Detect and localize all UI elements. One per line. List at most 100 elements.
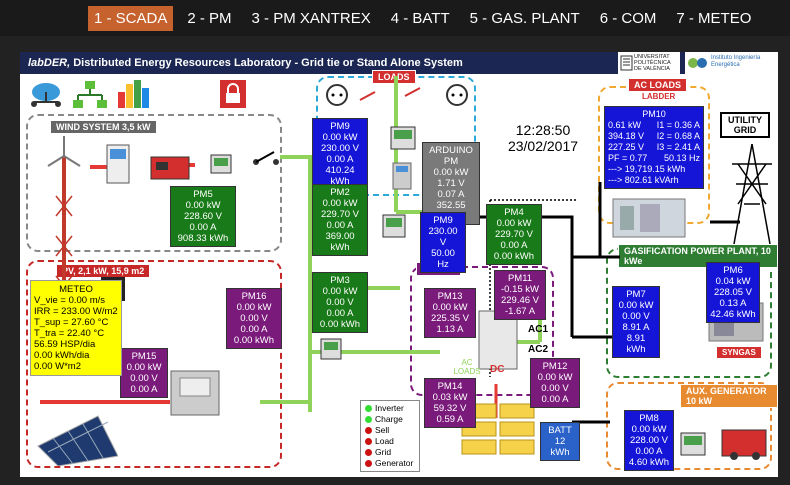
scada-panel: labDER, Distributed Energy Resources Labo…: [20, 52, 778, 477]
ac1-label: AC1: [528, 324, 549, 335]
pm5-power: 0.00 kW: [185, 200, 221, 211]
pm11-box[interactable]: PM11 -0.15 kW 229.46 V -1.67 A: [494, 270, 546, 320]
pm10-i3: I3 = 2.41 A: [656, 142, 700, 152]
meteo-power-area: 0.00 W*m2: [34, 361, 81, 372]
pm5-current: 0.00 A: [189, 222, 217, 233]
tab-com[interactable]: 6 - COM: [594, 6, 663, 31]
pm11-power: -0.15 kW: [500, 284, 539, 295]
wind-inverter-icon: [150, 156, 190, 180]
meteo-panel[interactable]: METEO V_vie = 0.00 m/s IRR = 233.00 W/m2…: [30, 280, 122, 376]
tab-meteo[interactable]: 7 - METEO: [670, 6, 757, 31]
pm10-pf: PF = 0.77: [608, 153, 648, 163]
pm3-name: PM3: [330, 275, 350, 286]
legend-item-grid: Grid: [365, 447, 415, 458]
pm5-box[interactable]: PM5 0.00 kW 228.60 V 0.00 A 908.33 kWh: [170, 186, 236, 247]
socket-icon-1: [326, 84, 348, 106]
arduino-name: ARDUINO PM: [429, 145, 473, 167]
pm10-box[interactable]: PM10 0.61 kW I1 = 0.36 A 394.18 V I2 = 0.6…: [604, 106, 704, 189]
pm9-freq-box[interactable]: PM9 230.00 V 50.00 Hz: [420, 212, 466, 273]
pm10-kvarh: ---> 802.61 kVArh: [608, 175, 679, 185]
legend-item-inverter: Inverter: [365, 403, 415, 414]
pm5-voltage: 228.60 V: [183, 211, 223, 222]
legend-item-charge: Charge: [365, 414, 415, 425]
pm7-energy: 8.91 kWh: [626, 333, 646, 355]
pm4-current: 0.00 A: [500, 240, 528, 251]
inverter-dot-icon: [365, 405, 372, 413]
pm16-voltage: 0.00 V: [240, 313, 268, 324]
pm5-name: PM5: [193, 189, 213, 200]
pm16-box[interactable]: PM16 0.00 kW 0.00 V 0.00 A 0.00 kWh: [226, 288, 282, 349]
pm2-name: PM2: [330, 187, 350, 198]
pm13-name: PM13: [437, 291, 463, 302]
pm7-box[interactable]: PM7 0.00 kW 0.00 V 8.91 A 8.91 kWh: [612, 286, 660, 358]
pm4-power: 0.00 kW: [496, 218, 532, 229]
pm8-box[interactable]: PM8 0.00 kW 228.00 V 0.00 A 4.60 kWh: [624, 410, 674, 471]
pm6-energy: 42.46 kWh: [710, 309, 756, 320]
tab-scada[interactable]: 1 - SCADA: [88, 5, 174, 31]
tab-batt[interactable]: 4 - BATT: [385, 6, 456, 31]
pm6-box[interactable]: PM6 0.04 kW 228.05 V 0.13 A 42.46 kWh: [706, 262, 760, 323]
pm3-voltage: 0.00 V: [326, 297, 354, 308]
pv-inverter-icon: [170, 370, 220, 416]
pm2-voltage: 229.70 V: [320, 209, 360, 220]
pm9b-name: PM9: [433, 215, 453, 226]
pm10-freq: 50.13 Hz: [663, 153, 700, 163]
pm12-name: PM12: [542, 361, 568, 372]
tab-pm[interactable]: 2 - PM: [181, 6, 237, 31]
pm4-name: PM4: [504, 207, 524, 218]
pm12-power: 0.00 kW: [537, 372, 573, 383]
clock-time: 12:28:50: [515, 122, 571, 138]
pm15-box[interactable]: PM15 0.00 kW 0.00 V 0.00 A: [120, 348, 168, 398]
pm2-box[interactable]: PM2 0.00 kW 229.70 V 0.00 A 369.00 kWh: [312, 184, 368, 256]
tab-gas-plant[interactable]: 5 - GAS. PLANT: [464, 6, 586, 31]
gas-plant-icon: [612, 198, 686, 238]
pm13-box[interactable]: PM13 0.00 kW 225.35 V 1.13 A: [424, 288, 476, 338]
pm6-voltage: 228.05 V: [713, 287, 753, 298]
solar-panel-icon: [37, 415, 118, 466]
meteo-hsp: 56.59 HSP/dia: [34, 339, 96, 350]
pm9b-voltage: 230.00 V: [428, 226, 458, 248]
tab-pm-xantrex[interactable]: 3 - PM XANTREX: [246, 6, 377, 31]
pm9-box[interactable]: PM9 0.00 kW 230.00 V 0.00 A 410.24 kWh: [312, 118, 368, 190]
pm9-voltage: 230.00 V: [320, 143, 360, 154]
pm14-box[interactable]: PM14 0.03 kW 59.32 V 0.59 A: [424, 378, 476, 428]
pm7-power: 0.00 kW: [618, 300, 654, 311]
batt-label: BATT 12 kWh: [540, 422, 580, 461]
pm10-power: 0.61 kW: [608, 120, 642, 130]
arduino-icon: [392, 162, 412, 190]
pm9b-frequency: 50.00 Hz: [431, 248, 455, 270]
meteo-surface-temp: T_sup = 27.60 °C: [34, 317, 109, 328]
pm13-power: 0.00 kW: [432, 302, 468, 313]
pm11-voltage: 229.46 V: [500, 295, 540, 306]
pm3-box[interactable]: PM3 0.00 kW 0.00 V 0.00 A 0.00 kWh: [312, 272, 368, 333]
meteo-title: METEO: [59, 284, 93, 295]
pm14-voltage: 59.32 V: [433, 403, 467, 414]
socket-icon-2: [446, 84, 468, 106]
pm2-power: 0.00 kW: [322, 198, 358, 209]
meteo-air-temp: T_tra = 22.40 °C: [34, 328, 105, 339]
pm8-name: PM8: [639, 413, 659, 424]
batt-capacity: 12 kWh: [550, 436, 570, 458]
status-legend: Inverter Charge Sell Load Grid Generator: [360, 400, 420, 472]
tab-bar: 1 - SCADA 2 - PM 3 - PM XANTREX 4 - BATT…: [0, 0, 790, 36]
breaker-icon: [253, 151, 279, 165]
pm3-energy: 0.00 kWh: [319, 319, 361, 330]
arduino-current: 0.07 A: [437, 189, 465, 200]
pm2-current: 0.00 A: [326, 220, 354, 231]
grid-dot-icon: [365, 449, 372, 457]
meteo-irradiance: IRR = 233.00 W/m2: [34, 306, 118, 317]
batt-name: BATT: [548, 425, 572, 436]
pm7-current: 8.91 A: [622, 322, 650, 333]
pm6-current: 0.13 A: [719, 298, 747, 309]
meteo-energy-day: 0.00 kWh/dia: [34, 350, 90, 361]
pm4-box[interactable]: PM4 0.00 kW 229.70 V 0.00 A 0.00 kWh: [486, 204, 542, 265]
pm12-box[interactable]: PM12 0.00 kW 0.00 V 0.00 A: [530, 358, 580, 408]
load-dot-icon: [365, 438, 372, 446]
pm4-voltage: 229.70 V: [494, 229, 534, 240]
pm14-name: PM14: [437, 381, 463, 392]
legend-item-load: Load: [365, 436, 415, 447]
utility-tower-icon: [732, 144, 772, 244]
pm15-voltage: 0.00 V: [130, 373, 158, 384]
pm3-power: 0.00 kW: [322, 286, 358, 297]
arduino-voltage: 1.71 V: [437, 178, 465, 189]
